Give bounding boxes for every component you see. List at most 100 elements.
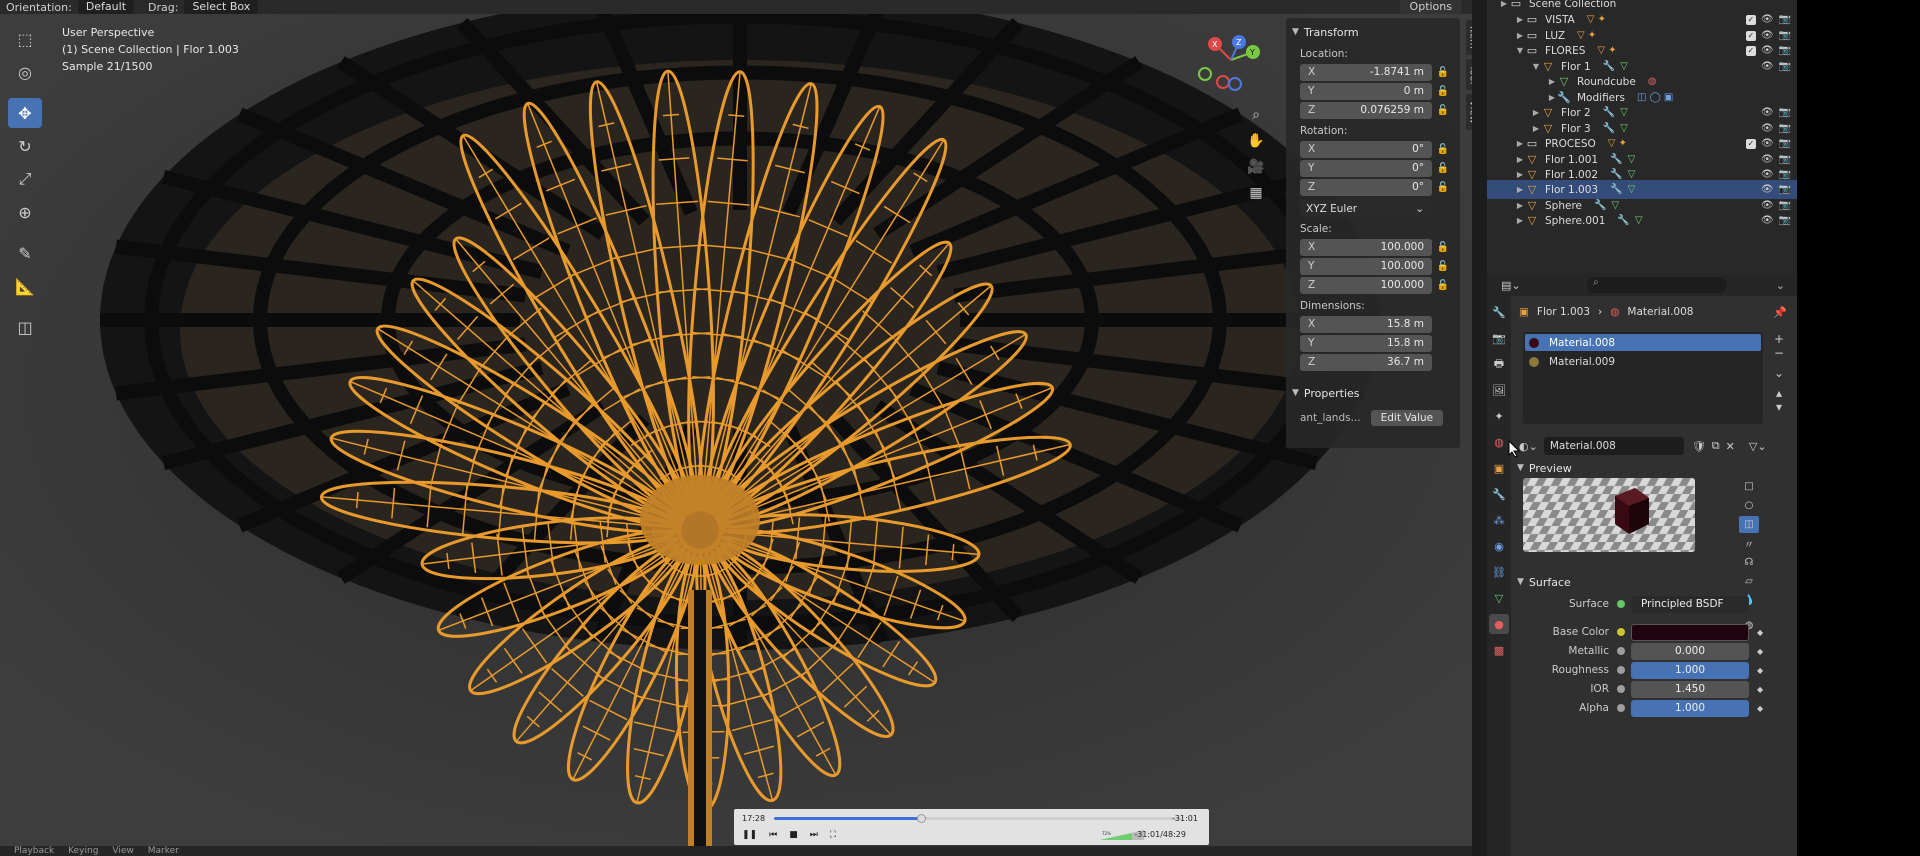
- move-tool-icon[interactable]: ✥: [8, 98, 42, 128]
- property-value[interactable]: Principled BSDF: [1631, 595, 1749, 613]
- socket-icon[interactable]: [1617, 704, 1625, 712]
- dimensions-y-field[interactable]: Y 15.8 m: [1300, 334, 1432, 352]
- socket-icon[interactable]: [1617, 600, 1625, 608]
- property-value[interactable]: [1631, 623, 1749, 641]
- eye-icon[interactable]: 👁: [1761, 184, 1774, 195]
- keyframe-icon[interactable]: ◆: [1757, 685, 1763, 694]
- zoom-icon[interactable]: ⌕: [1242, 102, 1270, 128]
- keyframe-icon[interactable]: ◆: [1757, 666, 1763, 675]
- render-camera-icon[interactable]: 📷: [1779, 154, 1791, 165]
- exclude-checkbox[interactable]: ✓: [1745, 138, 1756, 149]
- keyframe-icon[interactable]: ◆: [1757, 647, 1763, 656]
- transform-tool-icon[interactable]: ⊕: [8, 197, 42, 227]
- drag-dropdown[interactable]: Select Box: [184, 0, 259, 14]
- modifier-tab-icon[interactable]: 🔧: [1489, 484, 1509, 504]
- particles-tab-icon[interactable]: ⁂: [1489, 510, 1509, 530]
- cursor-tool-icon[interactable]: ◎: [8, 57, 42, 87]
- cube-preview-icon[interactable]: ◫: [1739, 516, 1759, 533]
- object-tab-icon[interactable]: ▣: [1489, 458, 1509, 478]
- expand-arrow-icon[interactable]: ▶: [1531, 124, 1541, 133]
- expand-arrow-icon[interactable]: ▼: [1531, 62, 1541, 71]
- exclude-checkbox[interactable]: ✓: [1745, 45, 1756, 56]
- chevron-down-icon[interactable]: ⌄: [1776, 279, 1785, 292]
- timeline-scrubber[interactable]: [916, 814, 926, 823]
- monkey-preview-icon[interactable]: ☊: [1739, 554, 1759, 571]
- tab-tool[interactable]: Tool: [1465, 58, 1472, 91]
- material-browse-icon[interactable]: ◐⌄: [1519, 440, 1538, 453]
- view-layer-tab-icon[interactable]: 🖼: [1489, 380, 1509, 400]
- rotation-mode-dropdown[interactable]: XYZ Euler ⌄: [1300, 200, 1430, 217]
- pan-hand-icon[interactable]: ✋: [1242, 128, 1270, 154]
- expand-arrow-icon[interactable]: ▶: [1531, 108, 1541, 117]
- lock-icon[interactable]: 🔓: [1432, 182, 1454, 193]
- scale-z-field[interactable]: Z 100.000: [1300, 276, 1432, 294]
- properties-header[interactable]: ▼ Properties: [1292, 383, 1454, 403]
- filter-icon[interactable]: ▽⌄: [1749, 440, 1767, 453]
- dimensions-z-field[interactable]: Z 36.7 m: [1300, 353, 1432, 371]
- expand-arrow-icon[interactable]: ▶: [1515, 216, 1525, 225]
- preview-panel-header[interactable]: ▼ Preview: [1513, 458, 1797, 478]
- editor-type-icon[interactable]: ▤⌄: [1501, 279, 1521, 292]
- sphere-preview-icon[interactable]: ○: [1739, 497, 1759, 514]
- unlink-icon[interactable]: ✕: [1726, 440, 1735, 453]
- add-slot-icon[interactable]: +: [1774, 332, 1784, 346]
- fullscreen-icon[interactable]: ⛶: [830, 830, 836, 840]
- expand-arrow-icon[interactable]: ▶: [1515, 31, 1525, 40]
- material-name-field[interactable]: Material.008: [1543, 437, 1684, 455]
- transform-header[interactable]: ▼ Transform: [1292, 22, 1454, 42]
- skip-back-icon[interactable]: ⏮: [769, 830, 777, 840]
- socket-icon[interactable]: [1617, 628, 1625, 636]
- grid-ortho-icon[interactable]: ▦: [1242, 180, 1270, 206]
- property-value[interactable]: 1.000: [1631, 699, 1749, 717]
- texture-tab-icon[interactable]: ▩: [1489, 640, 1509, 660]
- render-camera-icon[interactable]: 📷: [1779, 30, 1791, 41]
- render-tab-icon[interactable]: 📷: [1489, 328, 1509, 348]
- 3d-viewport[interactable]: Orientation: Default Drag: Select Box Op…: [0, 0, 1472, 856]
- eye-icon[interactable]: 👁: [1761, 215, 1774, 226]
- dimensions-x-field[interactable]: X 15.8 m: [1300, 315, 1432, 333]
- move-up-icon[interactable]: ▴: [1776, 386, 1782, 400]
- lock-icon[interactable]: 🔓: [1432, 67, 1454, 78]
- material-tab-icon[interactable]: ●: [1489, 614, 1509, 634]
- scale-tool-icon[interactable]: ⤢: [8, 164, 42, 194]
- timeline-progress-bar[interactable]: [774, 814, 1182, 823]
- scene-tab-icon[interactable]: ✦: [1489, 406, 1509, 426]
- select-box-tool-icon[interactable]: ⬚: [8, 24, 42, 54]
- edit-value-button[interactable]: Edit Value: [1370, 410, 1444, 426]
- lock-icon[interactable]: 🔓: [1432, 86, 1454, 97]
- lock-icon[interactable]: 🔓: [1432, 144, 1454, 155]
- data-tab-icon[interactable]: ▽: [1489, 588, 1509, 608]
- property-value[interactable]: 1.000: [1631, 661, 1749, 679]
- socket-icon[interactable]: [1617, 685, 1625, 693]
- eye-icon[interactable]: 👁: [1761, 123, 1774, 134]
- keyframe-icon[interactable]: ◆: [1757, 704, 1763, 713]
- render-camera-icon[interactable]: 📷: [1779, 14, 1791, 25]
- material-slot[interactable]: Material.008: [1525, 334, 1761, 351]
- outliner-row[interactable]: ▶ ▽ Sphere.001 🔧 ▽ 👁 📷: [1487, 211, 1797, 230]
- expand-arrow-icon[interactable]: ▼: [1515, 46, 1525, 55]
- lock-icon[interactable]: 🔓: [1432, 261, 1454, 272]
- eye-icon[interactable]: 👁: [1761, 107, 1774, 118]
- annotate-tool-icon[interactable]: ✎: [8, 238, 42, 268]
- menu-marker[interactable]: Marker: [148, 846, 179, 856]
- measure-tool-icon[interactable]: 📐: [8, 271, 42, 301]
- property-value[interactable]: 0.000: [1631, 642, 1749, 660]
- properties-search-input[interactable]: ⌕: [1587, 277, 1727, 293]
- hair-preview-icon[interactable]: 〃: [1739, 535, 1759, 552]
- eye-icon[interactable]: 👁: [1761, 154, 1774, 165]
- expand-arrow-icon[interactable]: ▶: [1515, 185, 1525, 194]
- keyframe-icon[interactable]: ◆: [1757, 628, 1763, 637]
- physics-tab-icon[interactable]: ◉: [1489, 536, 1509, 556]
- navigation-gizmo[interactable]: X Y Z: [1195, 30, 1267, 98]
- expand-arrow-icon[interactable]: ▶: [1515, 170, 1525, 179]
- eye-icon[interactable]: 👁: [1761, 138, 1774, 149]
- scale-x-field[interactable]: X 100.000: [1300, 238, 1432, 256]
- material-slot[interactable]: Material.009: [1525, 353, 1761, 370]
- pause-icon[interactable]: ❚❚: [742, 830, 757, 840]
- flat-preview-icon[interactable]: □: [1739, 478, 1759, 495]
- skip-forward-icon[interactable]: ⏭: [810, 830, 818, 840]
- eye-icon[interactable]: 👁: [1761, 30, 1774, 41]
- socket-icon[interactable]: [1617, 666, 1625, 674]
- rotation-x-field[interactable]: X 0°: [1300, 140, 1432, 158]
- eye-icon[interactable]: 👁: [1761, 14, 1774, 25]
